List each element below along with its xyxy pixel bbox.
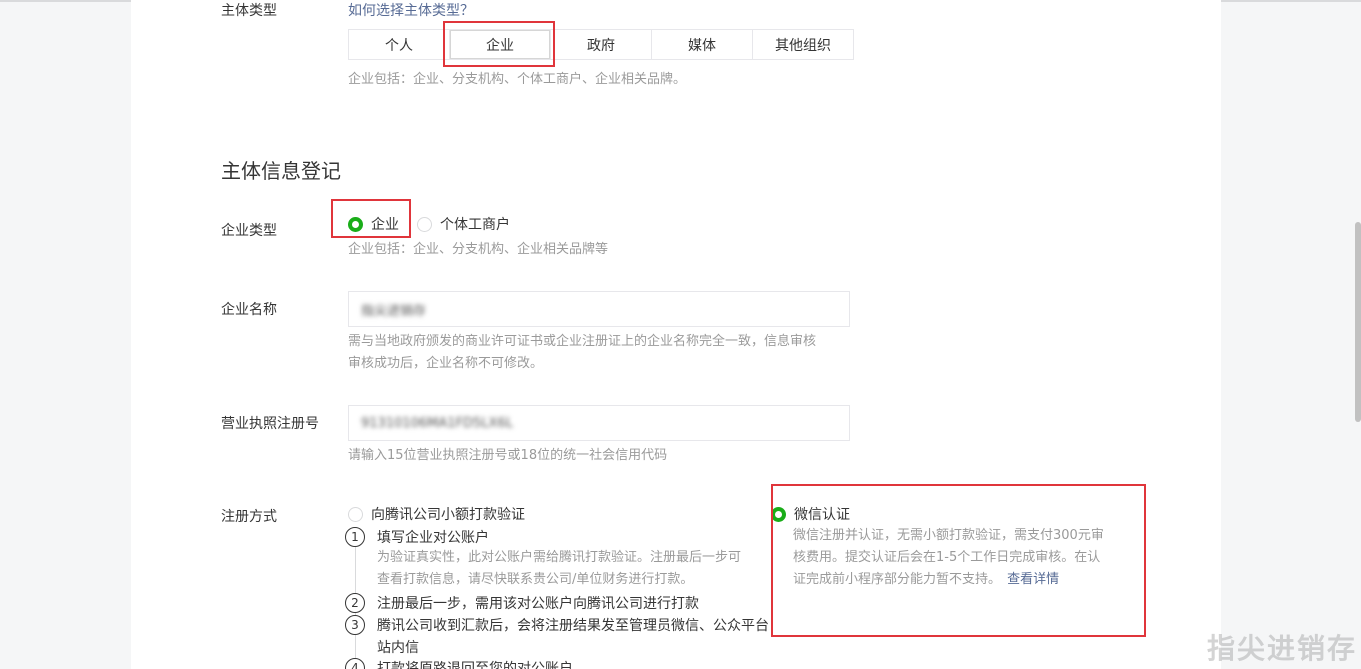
enterprise-type-option-label: 个体工商户 bbox=[440, 217, 510, 233]
subject-type-description: 企业包括：企业、分支机构、个体工商户、企业相关品牌。 bbox=[348, 72, 687, 87]
subject-type-label: 主体类型 bbox=[221, 3, 277, 19]
section-title: 主体信息登记 bbox=[221, 159, 341, 183]
subject-type-selector: 个人 企业 政府 媒体 其他组织 bbox=[348, 29, 854, 60]
scrollbar-thumb[interactable] bbox=[1355, 222, 1361, 422]
license-value: 91310106MA1FD5LX6L bbox=[361, 415, 513, 431]
step-number: 2 bbox=[345, 593, 365, 613]
step-1-desc-2: 查看打款信息，请尽快联系贵公司/单位财务进行打款。 bbox=[377, 572, 694, 587]
highlight-box-wechat bbox=[771, 484, 1146, 637]
license-tip: 请输入15位营业执照注册号或18位的统一社会信用代码 bbox=[348, 448, 668, 463]
step-number: 4 bbox=[345, 658, 365, 669]
enterprise-name-input[interactable]: 指尖进销存 bbox=[348, 291, 850, 327]
step-title: 注册最后一步，需用该对公账户向腾讯公司进行打款 bbox=[377, 596, 699, 612]
step-title: 腾讯公司收到汇款后，会将注册结果发至管理员微信、公众平台 bbox=[377, 618, 769, 634]
step-3-desc: 站内信 bbox=[377, 640, 419, 656]
step-2: 2 注册最后一步，需用该对公账户向腾讯公司进行打款 bbox=[345, 593, 699, 613]
enterprise-type-description: 企业包括：企业、分支机构、企业相关品牌等 bbox=[348, 242, 609, 257]
radio-unchecked-icon bbox=[417, 216, 432, 232]
step-3: 3 腾讯公司收到汇款后，会将注册结果发至管理员微信、公众平台 bbox=[345, 615, 769, 635]
enterprise-type-radio-individual[interactable]: 个体工商户 bbox=[417, 214, 510, 234]
step-title: 填写企业对公账户 bbox=[377, 530, 489, 546]
license-input[interactable]: 91310106MA1FD5LX6L bbox=[348, 405, 850, 441]
enterprise-name-label: 企业名称 bbox=[221, 302, 277, 318]
step-number: 3 bbox=[345, 615, 365, 635]
enterprise-type-label: 企业类型 bbox=[221, 223, 277, 239]
highlight-box-enterprise-type bbox=[331, 199, 411, 238]
registration-option-transfer-label: 向腾讯公司小额打款验证 bbox=[371, 507, 525, 523]
subject-type-option-other[interactable]: 其他组织 bbox=[753, 30, 853, 59]
highlight-box-enterprise bbox=[443, 21, 555, 67]
step-number: 1 bbox=[345, 527, 365, 547]
step-1-desc-1: 为验证真实性，此对公账户需给腾讯打款验证。注册最后一步可 bbox=[377, 550, 742, 565]
enterprise-name-tip-2: 审核成功后，企业名称不可修改。 bbox=[348, 356, 544, 371]
subject-type-option-government[interactable]: 政府 bbox=[551, 30, 652, 59]
subject-type-help-link[interactable]: 如何选择主体类型？ bbox=[348, 0, 474, 20]
registration-label: 注册方式 bbox=[221, 509, 277, 525]
enterprise-name-value: 指尖进销存 bbox=[361, 303, 427, 319]
subject-type-option-media[interactable]: 媒体 bbox=[652, 30, 753, 59]
step-1: 1 填写企业对公账户 bbox=[345, 527, 489, 547]
step-4: 4 打款将原路退回至您的对公账户 bbox=[345, 658, 573, 669]
subject-type-option-personal[interactable]: 个人 bbox=[349, 30, 450, 59]
registration-option-transfer[interactable]: 向腾讯公司小额打款验证 bbox=[348, 504, 525, 524]
license-label: 营业执照注册号 bbox=[221, 416, 319, 432]
step-title: 打款将原路退回至您的对公账户 bbox=[377, 661, 573, 669]
enterprise-name-tip-1: 需与当地政府颁发的商业许可证书或企业注册证上的企业名称完全一致，信息审核 bbox=[348, 334, 817, 349]
radio-unchecked-icon bbox=[348, 506, 363, 522]
watermark: 指尖进销存 bbox=[1206, 632, 1357, 665]
